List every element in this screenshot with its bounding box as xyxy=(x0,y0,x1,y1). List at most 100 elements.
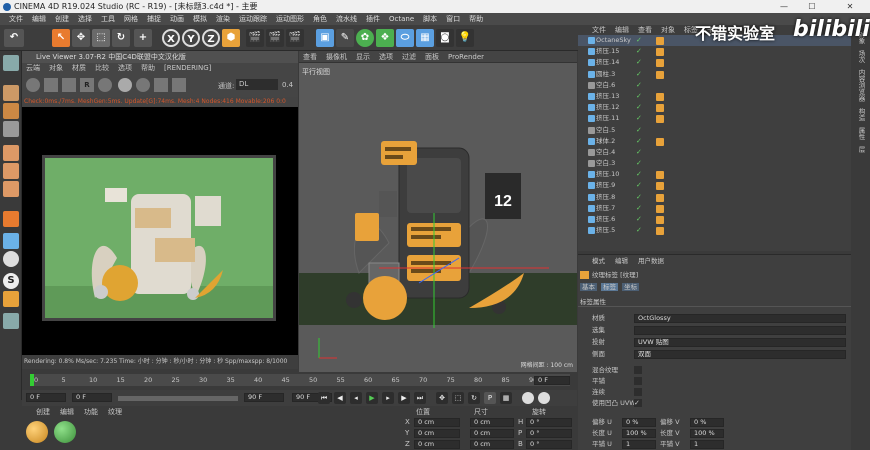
viewport-menu-item[interactable]: 显示 xyxy=(356,53,370,61)
checkbox[interactable]: ✓ xyxy=(634,399,642,407)
menu-item[interactable]: 渲染 xyxy=(216,15,230,23)
attribute-field[interactable]: UVW 贴图 xyxy=(634,338,846,347)
object-row[interactable]: 挤压.10 ✓ xyxy=(578,169,851,180)
attribute-menu-item[interactable]: 用户数据 xyxy=(638,257,664,265)
prev-key-button[interactable]: ◀ xyxy=(334,392,346,404)
object-row[interactable]: 空白.6 ✓ xyxy=(578,80,851,91)
menu-item[interactable]: 窗口 xyxy=(446,15,460,23)
menu-item[interactable]: 运动跟踪 xyxy=(239,15,267,23)
attribute-menu-item[interactable]: 模式 xyxy=(592,257,605,265)
material-tag-icon[interactable] xyxy=(656,204,664,213)
visibility-check-icon[interactable]: ✓ xyxy=(636,147,642,158)
grid-icon[interactable] xyxy=(3,313,19,329)
subdivision-button[interactable]: ✿ xyxy=(356,29,374,47)
viewport-menu-item[interactable]: 面板 xyxy=(425,53,439,61)
render-settings-button[interactable]: 🎬 xyxy=(286,29,304,47)
lock-render-icon[interactable] xyxy=(136,78,150,92)
offset-field[interactable]: 100 % xyxy=(622,429,656,438)
material-tag-icon[interactable] xyxy=(656,70,664,79)
visibility-check-icon[interactable]: ✓ xyxy=(636,102,642,113)
object-row[interactable]: 挤压.14 ✓ xyxy=(578,57,851,68)
visibility-check-icon[interactable]: ✓ xyxy=(636,136,642,147)
menu-item[interactable]: 流水线 xyxy=(336,15,357,23)
channel-value[interactable]: 0.4 xyxy=(282,81,293,89)
end-frame-field[interactable]: 90 F xyxy=(244,393,284,402)
menu-item[interactable]: 工具 xyxy=(101,15,115,23)
visibility-check-icon[interactable]: ✓ xyxy=(636,35,642,46)
maximize-button[interactable]: ☐ xyxy=(798,0,826,13)
attribute-menu-item[interactable]: 编辑 xyxy=(615,257,628,265)
refresh-icon[interactable] xyxy=(26,78,40,92)
timeline[interactable]: 051015202530354045505560657075808590 0 F xyxy=(22,372,577,390)
object-row[interactable]: 挤压.11 ✓ xyxy=(578,113,851,124)
tab-tag[interactable]: 标签 xyxy=(601,283,619,291)
size-field[interactable]: 0 cm xyxy=(470,429,514,438)
stop-icon[interactable] xyxy=(44,78,58,92)
object-manager-menu-item[interactable]: 文件 xyxy=(592,26,606,34)
polygons-mode-icon[interactable] xyxy=(3,181,19,197)
tab-coordinates[interactable]: 坐标 xyxy=(622,283,640,291)
menu-item[interactable]: Octane xyxy=(389,15,414,23)
current-frame-field[interactable]: 0 F xyxy=(534,376,570,385)
attribute-field[interactable]: 双面 xyxy=(634,350,846,359)
cube-button[interactable]: ▣ xyxy=(316,29,334,47)
menu-item[interactable]: 帮助 xyxy=(469,15,483,23)
param-key-button[interactable]: P xyxy=(484,392,496,404)
playhead[interactable] xyxy=(30,374,34,386)
visibility-check-icon[interactable]: ✓ xyxy=(636,113,642,124)
range-slider[interactable] xyxy=(118,396,238,401)
render-view-button[interactable]: 🎬 xyxy=(266,29,284,47)
rotate-key-button[interactable]: ↻ xyxy=(468,392,480,404)
offset-field[interactable]: 1 xyxy=(622,440,656,449)
render-canvas[interactable] xyxy=(22,107,298,355)
render-region-button[interactable]: 🎬 xyxy=(246,29,264,47)
go-start-button[interactable]: ⏮ xyxy=(318,392,330,404)
floor-button[interactable]: ▦ xyxy=(416,29,434,47)
offset-field[interactable]: 100 % xyxy=(690,429,724,438)
object-row[interactable]: 挤压.8 ✓ xyxy=(578,192,851,203)
menu-item[interactable]: 运动图形 xyxy=(276,15,304,23)
menu-item[interactable]: 动画 xyxy=(170,15,184,23)
undo-button[interactable]: ↶ xyxy=(4,29,24,47)
material-tag-icon[interactable] xyxy=(656,48,664,57)
menu-item[interactable]: 文件 xyxy=(9,15,23,23)
scale-key-button[interactable]: ⬚ xyxy=(452,392,464,404)
visibility-check-icon[interactable]: ✓ xyxy=(636,91,642,102)
live-viewer-menu-item[interactable]: 对象 xyxy=(49,64,63,72)
offset-field[interactable]: 0 % xyxy=(622,418,656,427)
y-axis-button[interactable]: Y xyxy=(182,29,200,47)
deformer-button[interactable]: ⬭ xyxy=(396,29,414,47)
cloner-button[interactable]: ❖ xyxy=(376,29,394,47)
viewport-menu-item[interactable]: 选项 xyxy=(379,53,393,61)
play-button[interactable]: ▶ xyxy=(366,392,378,404)
offset-field[interactable]: 0 % xyxy=(690,418,724,427)
object-manager-menu-item[interactable]: 查看 xyxy=(638,26,652,34)
object-row[interactable]: 挤压.12 ✓ xyxy=(578,102,851,113)
visibility-check-icon[interactable]: ✓ xyxy=(636,192,642,203)
go-end-button[interactable]: ⏭ xyxy=(414,392,426,404)
next-key-button[interactable]: ▶ xyxy=(398,392,410,404)
object-row[interactable]: 空白.5 ✓ xyxy=(578,125,851,136)
x-axis-button[interactable]: X xyxy=(162,29,180,47)
menu-item[interactable]: 捕捉 xyxy=(147,15,161,23)
viewport-menu-item[interactable]: 摄像机 xyxy=(326,53,347,61)
record-button[interactable] xyxy=(522,392,534,404)
material-tag-icon[interactable] xyxy=(656,59,664,68)
material-tag-icon[interactable] xyxy=(656,104,664,113)
close-button[interactable]: ✕ xyxy=(836,0,864,13)
visibility-check-icon[interactable]: ✓ xyxy=(636,180,642,191)
right-tab[interactable]: 层 xyxy=(856,146,866,153)
menu-item[interactable]: 模拟 xyxy=(193,15,207,23)
material-tag-icon[interactable] xyxy=(656,137,664,146)
make-editable-icon[interactable] xyxy=(3,55,19,71)
rotation-field[interactable]: 0 ° xyxy=(526,440,572,449)
start-frame-field[interactable]: 0 F xyxy=(26,393,66,402)
scale-tool-button[interactable]: ⬚ xyxy=(92,29,110,47)
add-tool-button[interactable]: + xyxy=(134,29,152,47)
move-tool-button[interactable]: ✥ xyxy=(72,29,90,47)
attribute-field[interactable]: OctGlossy xyxy=(634,314,846,323)
rotation-field[interactable]: 0 ° xyxy=(526,429,572,438)
z-axis-button[interactable]: Z xyxy=(202,29,220,47)
texture-mode-icon[interactable] xyxy=(3,103,19,119)
material-menu-item[interactable]: 编辑 xyxy=(60,408,74,416)
